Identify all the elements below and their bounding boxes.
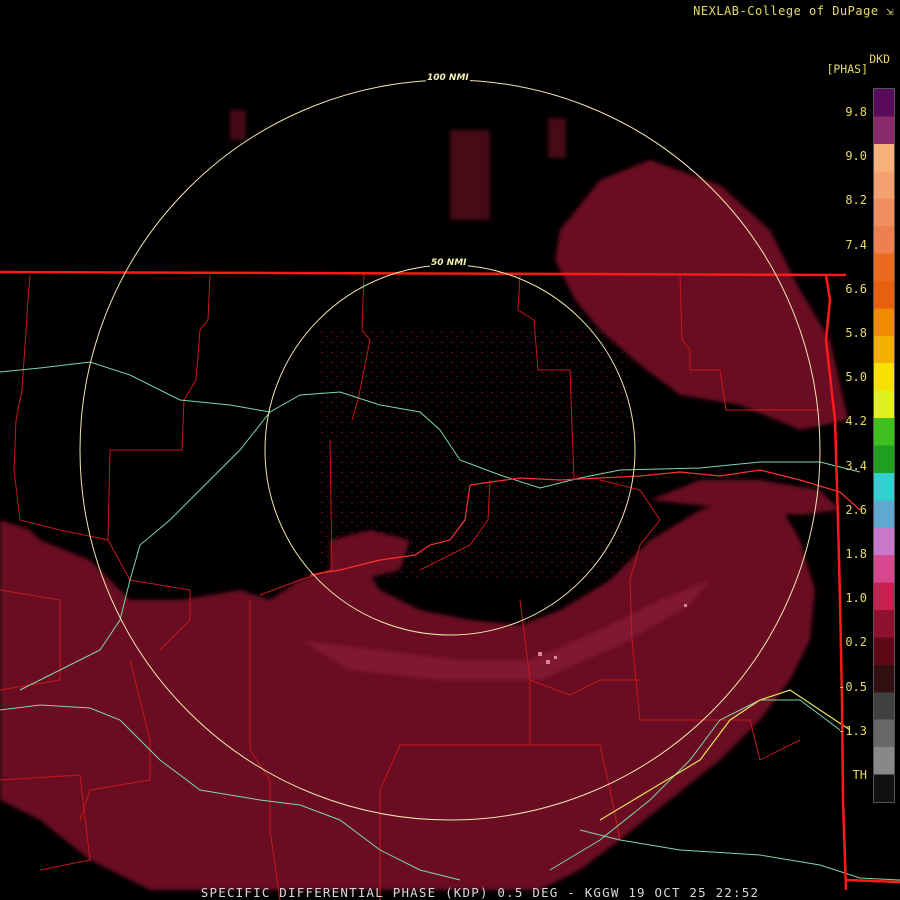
product-caption: SPECIFIC DIFFERENTIAL PHASE (KDP) 0.5 DE…	[200, 885, 760, 900]
color-scale-tick-label: 0.2	[845, 635, 867, 650]
radar-map	[0, 79, 900, 900]
color-scale-tick-label: -1.3	[838, 723, 867, 738]
color-scale-tick-label: 8.2	[845, 193, 867, 208]
color-scale-tick-label: 5.0	[845, 370, 867, 385]
corner-arrow-icon: ⇲	[878, 4, 894, 18]
color-scale-tick-label: 2.6	[845, 502, 867, 517]
credit-text: NEXLAB-College of DuPage ⇲	[693, 4, 894, 18]
color-scale-tick-label: 7.4	[845, 237, 867, 252]
color-scale-tick-label: 5.8	[845, 326, 867, 340]
color-scale-tick-label: 9.8	[845, 105, 867, 119]
color-scale-tick-label: 9.0	[845, 149, 867, 164]
range-ring-label-100: 100 NMI	[426, 73, 470, 83]
legend-product-code: DKD	[869, 52, 890, 66]
range-ring-label-50: 50 NMI	[430, 258, 468, 268]
color-scale-tick-label: 1.8	[845, 547, 867, 561]
color-scale-bar	[873, 88, 895, 803]
color-scale-tick-label: 1.0	[845, 591, 867, 606]
legend-unit: [PHAS]	[826, 62, 868, 76]
echo-speckle-central	[320, 330, 630, 580]
echo-region-west-streaks	[230, 110, 566, 220]
color-scale-tick-label: 3.4	[845, 458, 867, 473]
color-scale-tick-label: 6.6	[845, 281, 867, 296]
color-scale-tick-label: TH	[852, 768, 867, 782]
color-scale-tick-label: 4.2	[845, 414, 867, 429]
color-scale-tick-label: -0.5	[838, 679, 867, 694]
legend-header: DKD [PHAS]	[826, 52, 890, 75]
